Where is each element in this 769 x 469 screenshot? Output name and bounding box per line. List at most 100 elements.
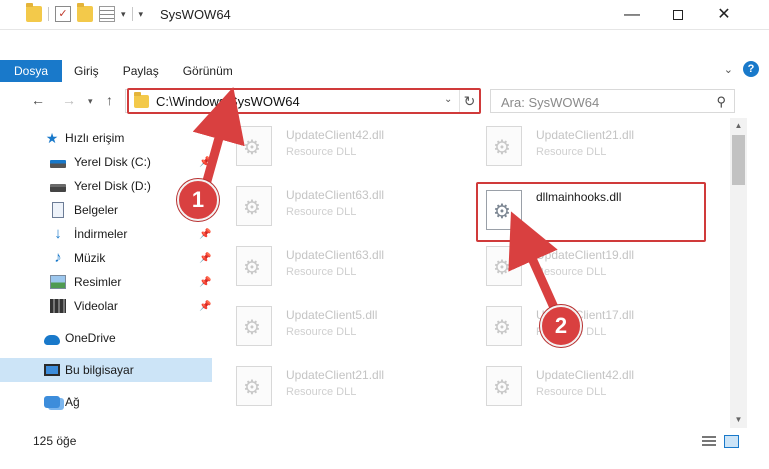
file-highlight-box — [476, 182, 706, 242]
tab-file[interactable]: Dosya — [0, 60, 63, 82]
file-type: Resource DLL — [286, 206, 357, 218]
help-icon[interactable]: ? — [743, 61, 759, 77]
star-icon: ★ — [45, 130, 59, 146]
sidebar-item-quick-access[interactable]: ★ Hızlı erişim — [0, 126, 212, 150]
file-name: UpdateClient63.dll — [286, 188, 385, 202]
file-item[interactable]: UpdateClient21.dll Resource DLL — [228, 362, 458, 408]
title-bar: ✓ ▾ ▾ SysWOW64 — ✕ — [0, 0, 769, 30]
step-1-badge: 1 — [177, 179, 219, 221]
sidebar-item-downloads[interactable]: ↓ İndirmeler 📌 — [0, 222, 212, 246]
tab-view[interactable]: Görünüm — [171, 60, 245, 82]
back-button[interactable]: ← — [31, 92, 45, 108]
vertical-scrollbar[interactable]: ▲ ▼ — [730, 118, 747, 428]
scroll-up-arrow-icon[interactable]: ▲ — [730, 118, 747, 134]
file-item[interactable]: UpdateClient19.dll Resource DLL — [478, 242, 708, 288]
sidebar-item-label: İndirmeler — [74, 227, 128, 241]
toolbar-divider — [131, 7, 133, 21]
videos-icon — [50, 299, 66, 313]
large-icons-view-icon[interactable] — [724, 435, 739, 448]
sidebar-item-label: Belgeler — [74, 203, 119, 217]
file-type: Resource DLL — [286, 266, 357, 278]
pin-icon[interactable]: 📌 — [199, 229, 211, 240]
dll-file-icon — [486, 126, 522, 166]
sidebar-item-label: Yerel Disk (D:) — [74, 179, 151, 193]
file-name: UpdateClient42.dll — [286, 128, 385, 142]
file-name: UpdateClient5.dll — [286, 308, 378, 322]
file-item[interactable]: UpdateClient42.dll Resource DLL — [478, 362, 708, 408]
recent-locations-dropdown[interactable]: ▾ — [88, 96, 93, 107]
pin-icon[interactable]: 📌 — [199, 301, 211, 312]
sidebar-item-music[interactable]: ♪ Müzik 📌 — [0, 246, 212, 270]
file-item[interactable]: UpdateClient42.dll Resource DLL — [228, 122, 458, 168]
rename-icon[interactable] — [99, 6, 115, 22]
file-type: Resource DLL — [286, 146, 357, 158]
file-name: UpdateClient42.dll — [536, 368, 635, 382]
maximize-icon — [673, 9, 683, 20]
ribbon-tabs: Dosya Giriş Paylaş Görünüm — [0, 60, 245, 82]
sidebar-item-label: Resimler — [74, 275, 122, 289]
toolbar-menu-dropdown[interactable]: ▾ — [139, 9, 144, 20]
pin-icon[interactable]: 📌 — [199, 277, 211, 288]
network-icon — [44, 396, 60, 408]
sidebar-item-label: Bu bilgisayar — [65, 363, 134, 377]
file-item[interactable]: UpdateClient63.dll Resource DLL — [228, 182, 458, 228]
details-view-icon[interactable] — [702, 436, 716, 448]
forward-button[interactable]: → — [62, 92, 76, 108]
sidebar-item-this-pc[interactable]: Bu bilgisayar — [0, 358, 212, 382]
tab-share[interactable]: Paylaş — [111, 60, 171, 82]
documents-icon — [52, 202, 64, 218]
sidebar-item-pictures[interactable]: Resimler 📌 — [0, 270, 212, 294]
maximize-button[interactable] — [655, 0, 701, 30]
pin-icon[interactable]: 📌 — [199, 253, 211, 264]
dll-file-icon — [486, 246, 522, 286]
sidebar-item-label: Videolar — [74, 299, 118, 313]
tab-home[interactable]: Giriş — [62, 60, 111, 82]
pictures-icon — [50, 275, 66, 289]
status-bar: 125 öğe — [0, 430, 769, 452]
minimize-button[interactable]: — — [609, 0, 655, 30]
sidebar-item-label: OneDrive — [65, 331, 116, 345]
file-item[interactable]: UpdateClient21.dll Resource DLL — [478, 122, 708, 168]
file-type: Resource DLL — [286, 386, 357, 398]
file-name: UpdateClient21.dll — [286, 368, 385, 382]
file-item[interactable]: UpdateClient5.dll Resource DLL — [228, 302, 458, 348]
file-item[interactable]: UpdateClient17.dll Resource DLL — [478, 302, 708, 348]
pin-icon[interactable]: 📌 — [199, 157, 211, 168]
sidebar-item-videos[interactable]: Videolar 📌 — [0, 294, 212, 318]
sidebar-item-label: Ağ — [65, 395, 80, 409]
scroll-thumb[interactable] — [732, 135, 745, 185]
dll-file-icon — [486, 366, 522, 406]
new-folder-icon[interactable] — [77, 3, 93, 22]
up-button[interactable]: ↑ — [106, 92, 113, 108]
window-title: SysWOW64 — [160, 7, 231, 22]
drive-d-icon — [50, 184, 66, 192]
onedrive-icon — [44, 334, 60, 345]
file-list: UpdateClient42.dll Resource DLL UpdateCl… — [228, 120, 730, 425]
scroll-down-arrow-icon[interactable]: ▼ — [730, 412, 747, 428]
dll-file-icon — [486, 306, 522, 346]
file-name: UpdateClient21.dll — [536, 128, 635, 142]
ribbon-controls: ⌄ ? — [724, 61, 759, 77]
dll-file-icon — [236, 186, 272, 226]
search-icon[interactable]: ⚲ — [716, 94, 726, 110]
file-name: UpdateClient63.dll — [286, 248, 385, 262]
customize-toolbar-dropdown[interactable]: ▾ — [121, 9, 126, 20]
music-icon: ♪ — [54, 249, 62, 266]
toolbar-divider — [48, 7, 49, 21]
expand-ribbon-icon[interactable]: ⌄ — [724, 63, 733, 76]
search-box[interactable]: Ara: SysWOW64 ⚲ — [490, 89, 735, 113]
search-input[interactable]: Ara: SysWOW64 — [501, 95, 599, 110]
sidebar-item-network[interactable]: Ağ — [0, 390, 212, 414]
file-item[interactable]: UpdateClient63.dll Resource DLL — [228, 242, 458, 288]
sidebar-item-local-disk-c[interactable]: Yerel Disk (C:) 📌 — [0, 150, 212, 174]
dll-file-icon — [236, 366, 272, 406]
dll-file-icon — [236, 306, 272, 346]
properties-check-icon[interactable]: ✓ — [55, 6, 71, 22]
sidebar-item-onedrive[interactable]: OneDrive — [0, 326, 212, 350]
navigation-pane: ★ Hızlı erişim Yerel Disk (C:) 📌 Yerel D… — [0, 122, 212, 422]
dll-file-icon — [236, 126, 272, 166]
dll-file-icon — [236, 246, 272, 286]
item-count: 125 öğe — [33, 434, 77, 448]
close-button[interactable]: ✕ — [701, 0, 747, 30]
downloads-icon: ↓ — [54, 225, 62, 242]
